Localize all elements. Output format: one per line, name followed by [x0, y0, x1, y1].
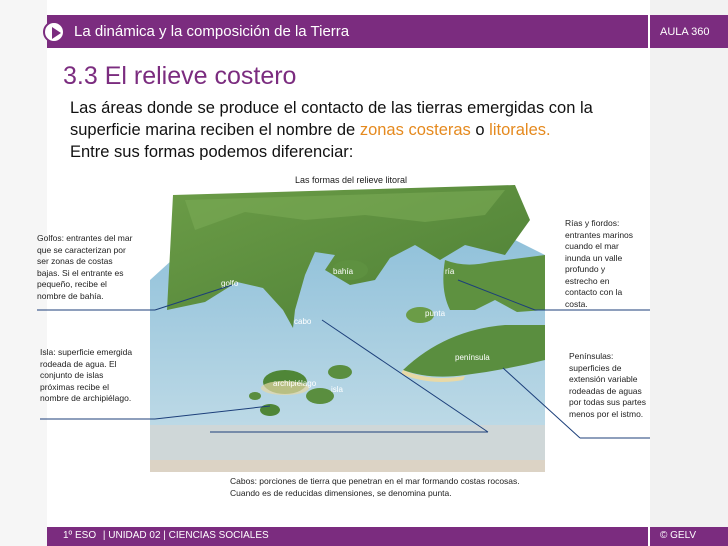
leader-cabo-diag — [321, 319, 489, 433]
annotation-peninsulas: Penínsulas: superficies de extensión var… — [569, 351, 647, 419]
annotation-rias: Rías y fiordos: entrantes marinos cuando… — [565, 218, 634, 309]
footer-course-level: 1º ESO — [63, 530, 97, 541]
footer-unit: | UNIDAD 02 | CIENCIAS SOCIALES — [102, 530, 269, 541]
leader-golfo-diag — [154, 284, 233, 311]
footer-course: 1º ESO | UNIDAD 02 | CIENCIAS SOCIALES — [63, 530, 269, 541]
annotation-isla: Isla: superficie emergida rodeada de agu… — [40, 347, 133, 403]
footer-copyright: © GELV — [660, 530, 697, 541]
annotation-cabos: Cabos: porciones de tierra que penetran … — [230, 476, 520, 498]
leader-isla-diag — [154, 405, 271, 420]
annotation-golfos: Golfos: entrantes del mar que se caracte… — [37, 233, 133, 301]
slide: La dinámica y la composición de la Tierr… — [0, 0, 728, 546]
leader-ria-diag — [457, 279, 536, 311]
